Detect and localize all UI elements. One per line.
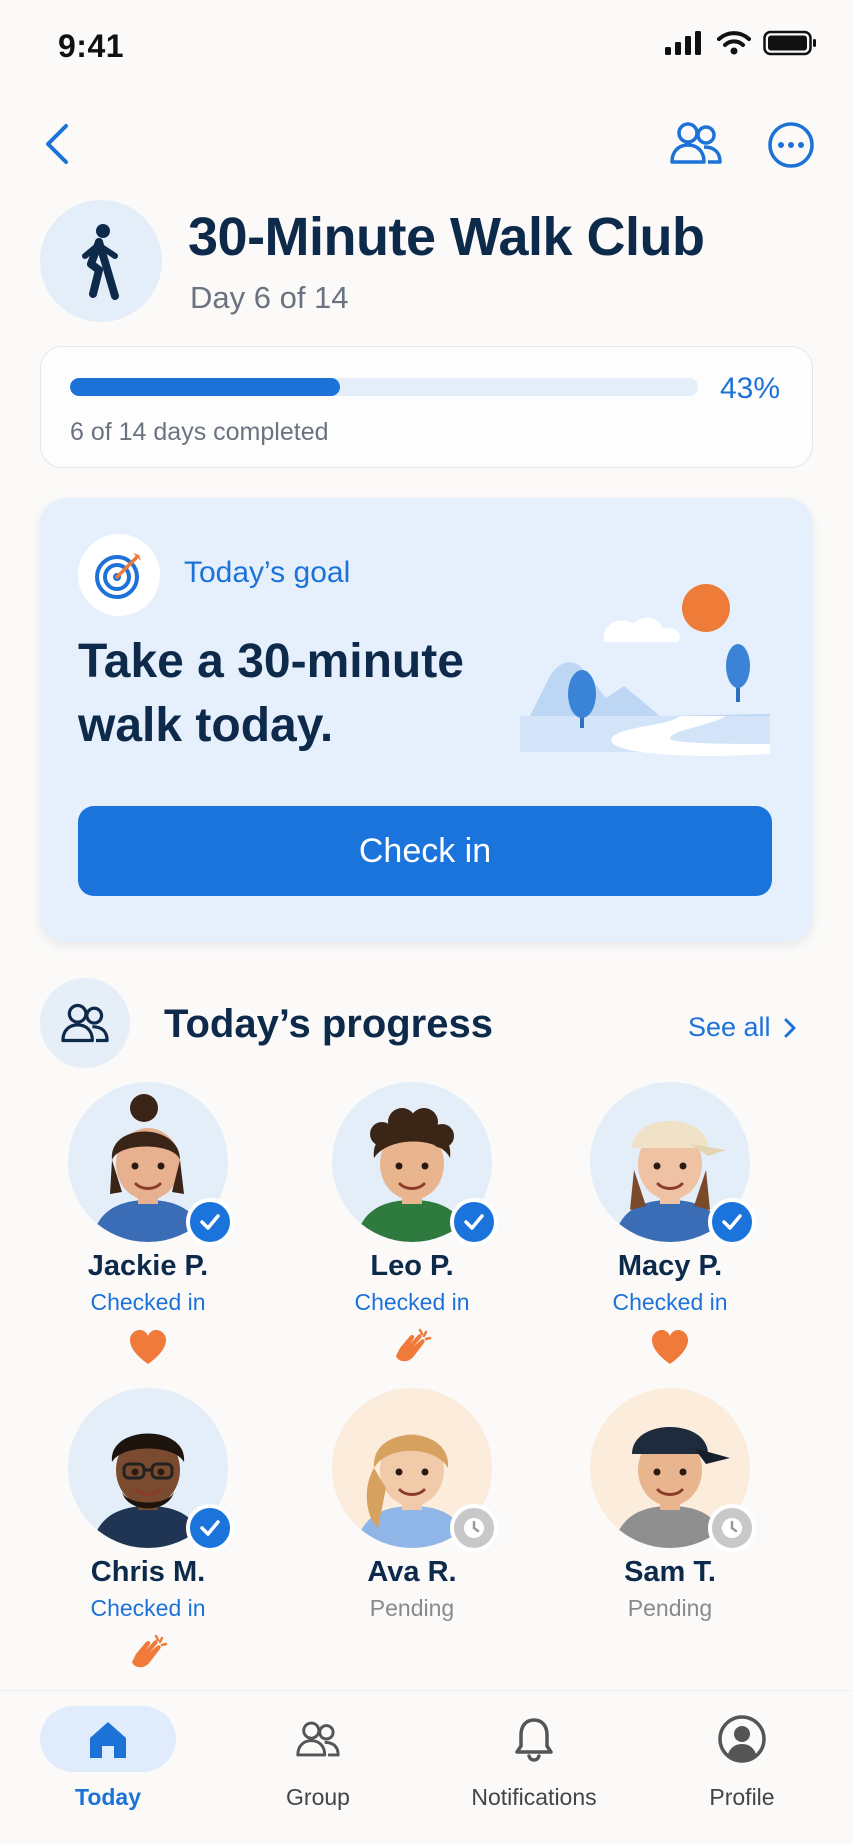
- tab-today[interactable]: Today: [20, 1706, 196, 1816]
- see-all-link[interactable]: See all: [688, 1012, 797, 1043]
- avatar: [68, 1388, 234, 1552]
- progress-bar: [70, 378, 698, 396]
- group-members-button[interactable]: [668, 118, 724, 168]
- progress-bar-fill: [70, 378, 341, 396]
- clap-icon[interactable]: [390, 1326, 434, 1370]
- member-card[interactable]: Sam T. Pending: [550, 1388, 790, 1622]
- home-icon: [90, 1722, 126, 1758]
- check-icon: [464, 1214, 484, 1230]
- walk-path-illustration: [520, 584, 770, 756]
- status-icons: [665, 30, 817, 56]
- avatar: [590, 1082, 756, 1246]
- checked-in-badge: [450, 1198, 498, 1246]
- target-icon: [95, 553, 141, 599]
- member-name: Sam T.: [624, 1556, 716, 1588]
- bell-icon: [515, 1718, 553, 1762]
- avatar: [590, 1388, 756, 1552]
- tab-notifications-label: Notifications: [471, 1784, 597, 1810]
- member-name: Chris M.: [90, 1556, 206, 1588]
- check-in-button[interactable]: Check in: [78, 806, 772, 896]
- tab-group[interactable]: Group: [230, 1706, 406, 1816]
- member-card[interactable]: Chris M. Checked in: [28, 1388, 268, 1681]
- progress-caption: 6 of 14 days completed: [70, 418, 329, 446]
- member-card[interactable]: Jackie P. Checked in: [28, 1082, 268, 1375]
- clock-icon: [722, 1518, 742, 1538]
- avatar: [68, 1082, 234, 1246]
- tab-profile-pill: [674, 1706, 810, 1772]
- profile-icon: [718, 1715, 766, 1763]
- walking-person-icon: [82, 224, 119, 300]
- heart-icon[interactable]: [126, 1326, 170, 1370]
- group-icon: [296, 1721, 340, 1757]
- checked-in-badge: [186, 1198, 234, 1246]
- heart-icon[interactable]: [648, 1326, 692, 1370]
- tab-group-label: Group: [286, 1784, 350, 1810]
- back-button[interactable]: [38, 118, 78, 170]
- status-time: 9:41: [58, 28, 125, 64]
- tab-notifications-pill: [466, 1706, 602, 1772]
- pending-badge: [708, 1504, 756, 1552]
- section-badge: [40, 978, 130, 1068]
- member-status: Checked in: [90, 1289, 206, 1315]
- day-counter: Day 6 of 14: [190, 280, 349, 315]
- avatar: [332, 1082, 498, 1246]
- signal-icon: [665, 31, 701, 55]
- more-options-button[interactable]: [766, 120, 816, 170]
- check-icon: [722, 1214, 742, 1230]
- more-icon: [768, 122, 814, 168]
- progress-percent: 43%: [720, 372, 781, 405]
- chevron-right-icon: [784, 1018, 796, 1037]
- member-status: Checked in: [612, 1289, 728, 1315]
- member-name: Leo P.: [370, 1250, 454, 1282]
- progress-card: [40, 346, 813, 468]
- group-icon: [670, 122, 722, 164]
- tab-profile[interactable]: Profile: [654, 1706, 830, 1816]
- member-status: Checked in: [354, 1289, 470, 1315]
- member-card[interactable]: Ava R. Pending: [292, 1388, 532, 1622]
- group-icon: [61, 1003, 109, 1043]
- member-card[interactable]: Leo P. Checked in: [292, 1082, 532, 1375]
- tab-group-pill: [250, 1706, 386, 1772]
- member-status: Checked in: [90, 1595, 206, 1621]
- tab-today-pill: [40, 1706, 176, 1772]
- clock-icon: [464, 1518, 484, 1538]
- avatar: [332, 1388, 498, 1552]
- goal-label: Today’s goal: [184, 556, 351, 589]
- tab-profile-label: Profile: [709, 1784, 775, 1810]
- tab-today-label: Today: [74, 1784, 142, 1810]
- checked-in-badge: [708, 1198, 756, 1246]
- wifi-icon: [717, 31, 751, 55]
- check-icon: [200, 1520, 220, 1536]
- clap-icon[interactable]: [126, 1632, 170, 1676]
- member-status: Pending: [369, 1595, 455, 1621]
- member-card[interactable]: Macy P. Checked in: [550, 1082, 790, 1375]
- goal-text: Take a 30-minute walk today.: [78, 635, 464, 752]
- check-icon: [200, 1214, 220, 1230]
- see-all-label: See all: [688, 1012, 771, 1042]
- member-name: Macy P.: [617, 1250, 723, 1282]
- member-status: Pending: [627, 1595, 713, 1621]
- battery-icon: [763, 30, 816, 56]
- section-title: Today’s progress: [164, 1002, 493, 1046]
- checked-in-badge: [186, 1504, 234, 1552]
- page-title: 30-Minute Walk Club: [188, 207, 705, 267]
- pending-badge: [450, 1504, 498, 1552]
- club-avatar: [40, 200, 162, 322]
- goal-badge: [78, 534, 160, 616]
- tab-notifications[interactable]: Notifications: [446, 1706, 622, 1816]
- back-chevron-icon: [46, 124, 68, 164]
- member-name: Ava R.: [367, 1556, 457, 1588]
- member-name: Jackie P.: [87, 1250, 209, 1282]
